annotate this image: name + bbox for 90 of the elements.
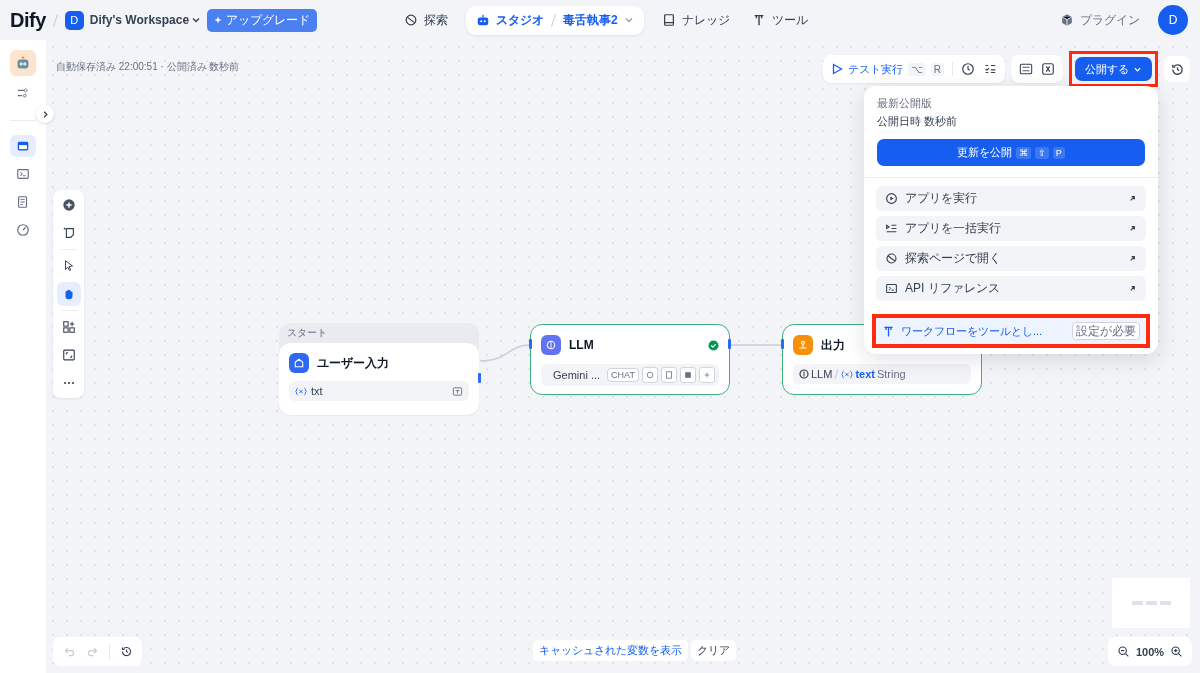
play-icon: [831, 63, 844, 75]
source-label: LLM: [811, 368, 833, 380]
text-input-icon: [452, 385, 463, 397]
llm-node[interactable]: LLM Gemini ... CHAT: [530, 324, 730, 395]
chevron-down-icon: [623, 15, 634, 25]
variable-type: String: [876, 368, 906, 380]
grid-icon: [61, 320, 76, 334]
list-icon: [885, 222, 898, 235]
variable-icon: [841, 369, 854, 379]
vision-icon: [641, 367, 658, 383]
publish-time: 公開日時 数秒前: [877, 114, 959, 129]
publish-button[interactable]: 公開する: [1075, 57, 1152, 81]
nav-label: スタジオ: [496, 11, 544, 29]
shortcut-key: ⌥: [908, 62, 926, 76]
external-link-icon: [1128, 194, 1137, 203]
clock-icon[interactable]: [961, 62, 975, 76]
terminal-icon: [885, 282, 898, 295]
plus-icon: [61, 198, 76, 212]
variable-name: text: [855, 368, 875, 380]
variable-icon[interactable]: [1041, 62, 1055, 76]
start-node[interactable]: スタート ユーザー入力 txt: [279, 323, 479, 415]
zoom-level: 100%: [1135, 645, 1165, 658]
plugins-button[interactable]: プラグイン: [1060, 11, 1140, 29]
save-status: 自動保存済み 22:00:51 · 公開済み 数秒前: [56, 60, 240, 74]
shortcut-key: ⇧: [1035, 146, 1049, 159]
checklist-icon[interactable]: [983, 62, 997, 76]
external-link-icon: [1128, 224, 1137, 233]
user-avatar[interactable]: D: [1158, 5, 1188, 35]
version-history-button[interactable]: [1164, 56, 1190, 82]
node-title: 出力: [821, 336, 846, 354]
node-title: LLM: [569, 338, 595, 352]
connector-line: [480, 343, 530, 363]
upgrade-button[interactable]: アップグレード: [207, 8, 318, 32]
app-icon-button[interactable]: [10, 50, 36, 76]
app-name: 毒舌執事2: [563, 11, 618, 29]
book-icon: [661, 13, 676, 27]
chevron-down-icon: [191, 15, 202, 25]
frame-icon: [61, 348, 76, 362]
document-icon: [660, 367, 677, 383]
shortcut-key: ⌘: [1016, 146, 1032, 159]
menu-heading: 最新公開版: [877, 96, 933, 111]
note-icon: [61, 226, 76, 240]
node-title: ユーザー入力: [317, 354, 390, 372]
cube-icon: [1060, 13, 1074, 27]
nav-tab[interactable]: スタジオ 毒舌執事2: [466, 5, 644, 35]
tool-icon: [882, 324, 895, 338]
workspace-switcher[interactable]: Dify's Workspace: [89, 13, 202, 27]
external-link-icon: [1128, 254, 1137, 263]
window-icon: [16, 139, 30, 153]
model-name: Gemini ...: [553, 369, 601, 381]
document-icon: [16, 195, 30, 209]
nav-tab[interactable]: 探索: [400, 6, 452, 34]
menu-item[interactable]: ワークフローをツールとし... 設定が必要: [876, 318, 1146, 344]
sparkle-icon: [214, 16, 223, 24]
show-cached-variables-button[interactable]: キャッシュされた変数を表示: [533, 640, 688, 661]
sparkle-icon: [698, 367, 715, 383]
env-icon[interactable]: [1019, 62, 1033, 76]
menu-item[interactable]: アプリを一括実行: [876, 216, 1146, 241]
menu-item[interactable]: 探索ページで開く: [876, 246, 1146, 271]
workspace-avatar: D: [64, 10, 84, 30]
node-label: スタート: [286, 326, 328, 340]
shortcut-key: P: [1052, 146, 1065, 159]
menu-item[interactable]: API リファレンス: [876, 276, 1146, 301]
zoom-out-icon[interactable]: [1116, 645, 1130, 658]
play-icon: [885, 192, 898, 205]
zoom-in-icon[interactable]: [1170, 645, 1184, 658]
publish-update-button[interactable]: 更新を公開 ⌘ ⇧ P: [877, 139, 1145, 166]
variable-name: txt: [311, 385, 323, 397]
history-icon[interactable]: [119, 645, 133, 658]
nav-tab[interactable]: ツール: [747, 6, 812, 34]
sidebar-item[interactable]: [10, 135, 36, 157]
nav-tab[interactable]: ナレッジ: [657, 6, 734, 34]
hand-tool[interactable]: [56, 282, 81, 306]
output-icon: [793, 335, 813, 355]
gauge-icon: [16, 223, 30, 237]
history-icon: [1169, 61, 1185, 77]
external-link-icon: [1128, 284, 1137, 293]
expand-button[interactable]: [36, 105, 54, 123]
menu-item[interactable]: アプリを実行: [876, 186, 1146, 211]
variable-icon: [295, 386, 307, 396]
status-badge: 設定が必要: [1072, 322, 1140, 340]
home-icon: [289, 353, 309, 373]
robot-icon: [476, 13, 490, 27]
terminal-icon: [16, 167, 30, 181]
mode-badge: CHAT: [607, 368, 639, 382]
logo: Dify: [10, 8, 46, 32]
image-icon: [679, 367, 696, 383]
clear-button[interactable]: クリア: [691, 640, 736, 661]
shortcut-key: R: [930, 62, 944, 76]
sliders-icon: [16, 86, 30, 100]
